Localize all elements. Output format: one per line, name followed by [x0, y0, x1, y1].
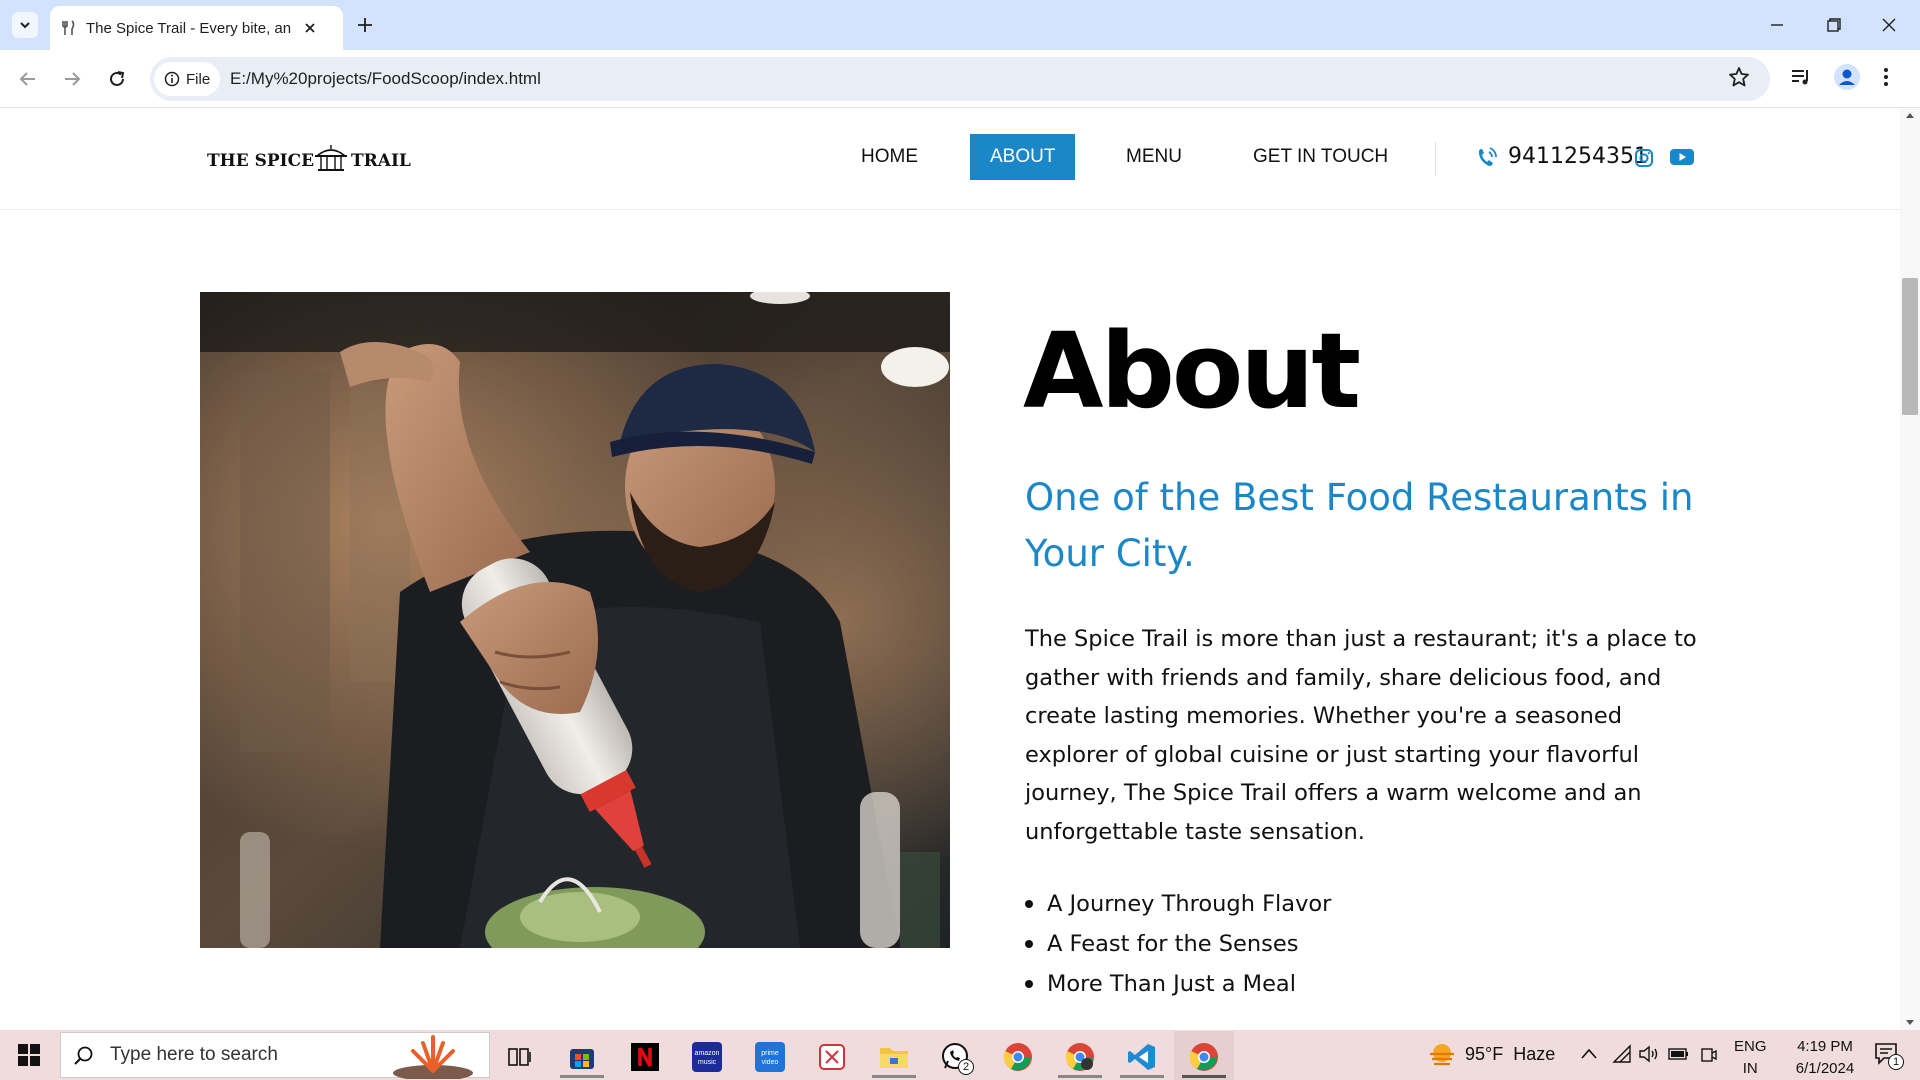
chrome-active-icon[interactable]	[1184, 1037, 1224, 1077]
file-explorer-icon[interactable]	[874, 1037, 914, 1077]
svg-text:THE SPICE: THE SPICE	[207, 151, 314, 171]
about-subheading: One of the Best Food Restaurants in Your…	[1025, 476, 1694, 575]
svg-text:music: music	[698, 1059, 717, 1066]
about-paragraph: The Spice Trail is more than just a rest…	[1025, 626, 1697, 845]
web-page: THE SPICE TRAIL HOME ABOUT MENU GET IN T…	[0, 108, 1900, 1030]
site-logo[interactable]: THE SPICE TRAIL	[207, 142, 421, 174]
clock-time: 4:19 PM	[1797, 1038, 1853, 1055]
instagram-icon[interactable]	[1634, 148, 1654, 168]
chrome-icon[interactable]	[998, 1037, 1038, 1077]
lang-line-1: ENG	[1734, 1038, 1767, 1055]
taskbar-active-indicator	[560, 1075, 604, 1078]
meet-now-icon[interactable]	[1700, 1046, 1718, 1064]
site-header: THE SPICE TRAIL HOME ABOUT MENU GET IN T…	[0, 108, 1900, 210]
clock-date: 6/1/2024	[1795, 1060, 1855, 1077]
task-view-icon[interactable]	[500, 1037, 540, 1077]
minimize-window-icon[interactable]	[1762, 10, 1792, 40]
info-icon	[164, 71, 180, 87]
about-heading: About	[1023, 310, 1361, 432]
media-controls-icon[interactable]	[1790, 66, 1812, 88]
list-item: A Feast for the Senses	[1025, 924, 1331, 964]
windows-start-icon[interactable]	[18, 1044, 40, 1066]
tab-title: The Spice Trail - Every bite, an a	[86, 19, 296, 37]
taskbar-search-placeholder[interactable]: Type here to search	[110, 1044, 278, 1066]
profile-avatar-icon[interactable]	[1834, 64, 1860, 90]
chef-photo	[200, 292, 950, 948]
scrollbar-thumb[interactable]	[1902, 278, 1918, 415]
phone-icon[interactable]	[1474, 146, 1498, 170]
phone-number[interactable]: 9411254351	[1508, 144, 1648, 169]
lang-line-2: IN	[1742, 1060, 1758, 1077]
youtube-icon[interactable]	[1670, 148, 1694, 166]
url-text[interactable]: E:/My%20projects/FoodScoop/index.html	[230, 69, 541, 89]
new-tab-button[interactable]	[352, 12, 378, 38]
tab-search-dropdown-icon[interactable]	[12, 12, 38, 38]
weather-text[interactable]: 95°F Haze	[1465, 1044, 1555, 1065]
browser-menu-icon[interactable]	[1882, 66, 1890, 88]
taskbar-active-indicator	[1120, 1075, 1164, 1078]
notifications-badge: 1	[1888, 1054, 1904, 1070]
snipping-tool-icon[interactable]	[812, 1037, 852, 1077]
close-window-icon[interactable]	[1874, 10, 1904, 40]
volume-icon[interactable]	[1638, 1044, 1660, 1064]
nav-home[interactable]: HOME	[841, 134, 938, 180]
svg-text:prime: prime	[761, 1050, 779, 1057]
reload-icon[interactable]	[103, 65, 131, 93]
restore-window-icon[interactable]	[1818, 10, 1848, 40]
page-scrollbar[interactable]	[1900, 108, 1920, 1030]
fork-knife-icon	[62, 20, 76, 36]
chevron-up-icon[interactable]	[1580, 1046, 1598, 1062]
input-language-indicator[interactable]: ENG IN	[1734, 1036, 1767, 1080]
nav-divider	[1435, 142, 1436, 176]
about-feature-list: A Journey Through Flavor A Feast for the…	[1025, 884, 1331, 1004]
prime-video-icon[interactable]: prime video	[750, 1037, 790, 1077]
amazon-music-icon[interactable]: amazon music	[687, 1037, 727, 1077]
microsoft-store-icon[interactable]	[562, 1037, 602, 1077]
wifi-icon[interactable]	[1612, 1044, 1632, 1064]
forward-arrow-icon[interactable]	[58, 65, 86, 93]
battery-icon[interactable]	[1668, 1046, 1690, 1062]
svg-text:TRAIL: TRAIL	[351, 151, 411, 171]
nav-get-in-touch[interactable]: GET IN TOUCH	[1233, 134, 1408, 180]
whatsapp-badge: 2	[958, 1059, 974, 1075]
file-chip-label: File	[186, 70, 211, 88]
taskbar-active-indicator	[1182, 1075, 1226, 1078]
taskbar-clock[interactable]: 4:19 PM 6/1/2024	[1780, 1036, 1870, 1080]
taskbar-active-indicator	[872, 1075, 916, 1078]
bookmark-star-icon[interactable]	[1728, 66, 1750, 88]
list-item: A Journey Through Flavor	[1025, 884, 1331, 924]
svg-text:amazon: amazon	[695, 1050, 720, 1057]
notifications-icon[interactable]: 1	[1874, 1042, 1904, 1070]
vscode-icon[interactable]	[1122, 1037, 1162, 1077]
taskbar-active-indicator	[1058, 1075, 1102, 1078]
nav-menu[interactable]: MENU	[1106, 134, 1202, 180]
browser-tab[interactable]: The Spice Trail - Every bite, an a	[50, 6, 343, 50]
netflix-icon[interactable]	[625, 1037, 665, 1077]
nav-about[interactable]: ABOUT	[970, 134, 1076, 180]
whatsapp-icon[interactable]: 2	[936, 1037, 976, 1077]
close-tab-icon[interactable]	[304, 22, 316, 34]
svg-text:video: video	[762, 1059, 779, 1066]
search-icon	[74, 1046, 93, 1065]
search-highlight-icon	[393, 1035, 473, 1079]
back-arrow-icon[interactable]	[14, 65, 42, 93]
chrome-profile-icon[interactable]	[1060, 1037, 1100, 1077]
site-info-chip[interactable]: File	[154, 62, 220, 96]
list-item: More Than Just a Meal	[1025, 964, 1331, 1004]
weather-haze-icon[interactable]	[1428, 1042, 1456, 1068]
